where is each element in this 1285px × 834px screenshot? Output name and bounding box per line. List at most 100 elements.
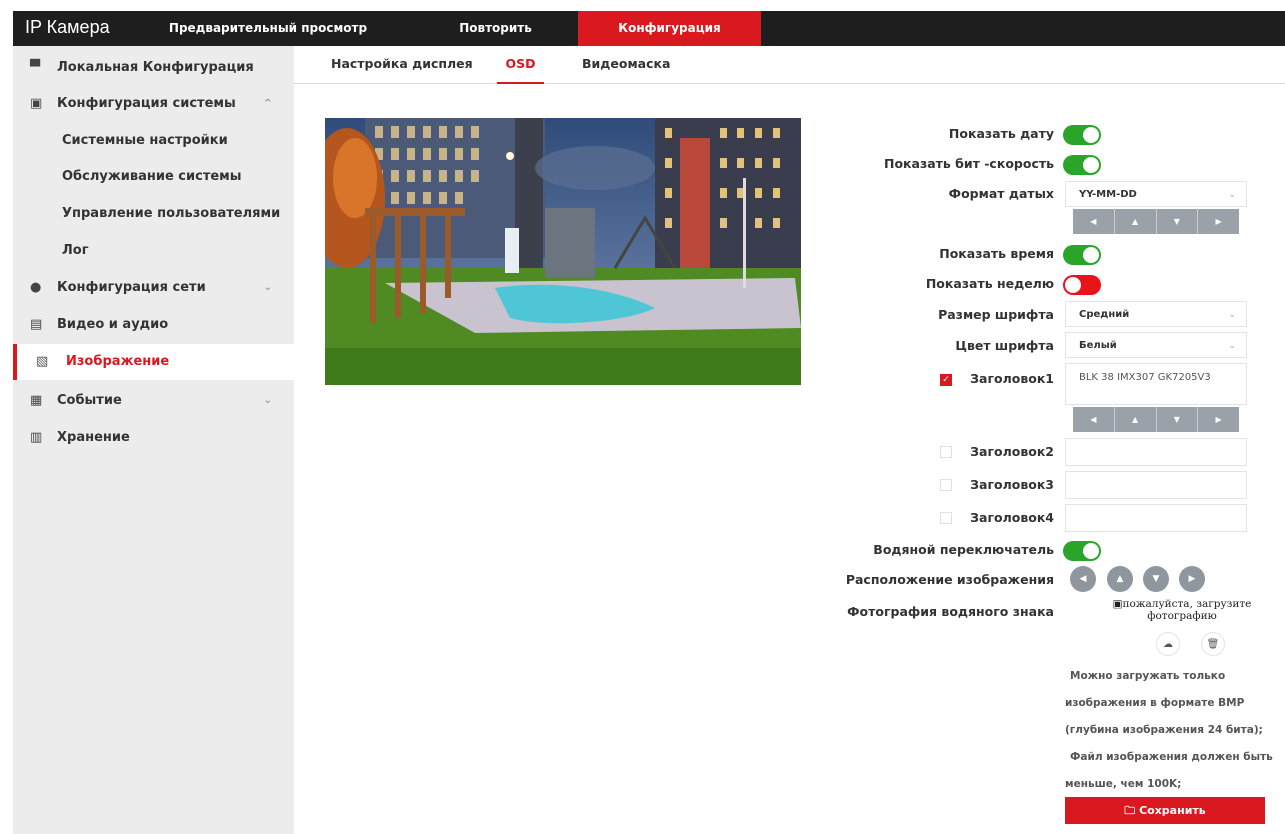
- sidebar-item-event[interactable]: ▦ Событие ⌄: [13, 383, 294, 419]
- chevron-up-icon: ^: [263, 98, 272, 109]
- chevron-down-icon: ⌄: [1228, 190, 1236, 200]
- position-up-button[interactable]: ▲: [1107, 566, 1133, 592]
- sidebar-item-user-management[interactable]: Управление пользователями: [13, 196, 294, 232]
- title2-checkbox[interactable]: [940, 446, 952, 458]
- storage-icon: ▥: [30, 430, 43, 445]
- brand-title: IP Камера: [25, 17, 110, 37]
- title4-input[interactable]: [1065, 504, 1247, 532]
- show-time-label: Показать время: [939, 246, 1054, 261]
- tab-bar: Настройка дисплея OSD Видеомаска: [294, 46, 1285, 84]
- font-size-label: Размер шрифта: [938, 307, 1054, 322]
- sidebar-item-label: Конфигурация системы: [57, 96, 236, 111]
- upload-placeholder-text: пожалуйста, загрузите фотографию: [1122, 598, 1252, 622]
- video-icon: ▤: [30, 317, 43, 332]
- image-icon: ▧: [36, 354, 49, 369]
- watermark-switch-label: Водяной переключатель: [873, 542, 1054, 557]
- arrow-left-button[interactable]: ◀: [1073, 407, 1115, 432]
- camera-preview-image: [325, 118, 801, 385]
- title1-input[interactable]: BLK 38 IMX307 GK7205V3: [1065, 363, 1247, 405]
- font-color-value: Белый: [1079, 340, 1117, 351]
- tab-video-mask[interactable]: Видеомаска: [582, 46, 670, 82]
- sidebar-item-system-settings[interactable]: Системные настройки: [13, 123, 294, 159]
- system-icon: ▣: [30, 96, 43, 111]
- upload-cloud-icon[interactable]: ☁: [1156, 632, 1180, 656]
- sidebar-item-label: Конфигурация сети: [57, 280, 206, 295]
- sidebar-item-system-maintenance[interactable]: Обслуживание системы: [13, 159, 294, 195]
- arrow-up-button[interactable]: ▲: [1115, 209, 1157, 234]
- title3-label: Заголовок3: [970, 477, 1054, 492]
- date-format-label: Формат датых: [948, 186, 1054, 201]
- note-line: Можно загружать только: [1070, 670, 1226, 682]
- arrow-down-button[interactable]: ▼: [1157, 209, 1199, 234]
- title2-input[interactable]: [1065, 438, 1247, 466]
- sidebar-item-local-config[interactable]: ▀ Локальная Конфигурация: [13, 50, 294, 86]
- monitor-icon: ▀: [30, 60, 40, 75]
- watermark-switch-toggle[interactable]: [1063, 541, 1101, 561]
- sidebar-item-label: Видео и аудио: [57, 317, 169, 332]
- sidebar-item-storage[interactable]: ▥ Хранение: [13, 420, 294, 456]
- nav-configuration[interactable]: Конфигурация: [578, 11, 761, 46]
- font-color-label: Цвет шрифта: [955, 338, 1054, 353]
- sidebar-item-log[interactable]: Лог: [13, 233, 294, 269]
- sidebar-item-label: Обслуживание системы: [62, 169, 242, 184]
- sidebar-item-system-config[interactable]: ▣ Конфигурация системы ^: [13, 86, 294, 122]
- position-right-button[interactable]: ▶: [1179, 566, 1205, 592]
- show-week-toggle[interactable]: [1063, 275, 1101, 295]
- show-bitrate-toggle[interactable]: [1063, 155, 1101, 175]
- top-navigation-bar: IP Камера Предварительный просмотр Повто…: [13, 11, 1285, 46]
- title3-checkbox[interactable]: [940, 479, 952, 491]
- title1-checkbox[interactable]: ✓: [940, 374, 952, 386]
- position-left-button[interactable]: ◀: [1070, 566, 1096, 592]
- sidebar-item-network-config[interactable]: ● Конфигурация сети ⌄: [13, 270, 294, 306]
- nav-playback[interactable]: Повторить: [413, 11, 578, 46]
- note-line: изображения в формате BMP: [1065, 697, 1245, 709]
- date-format-value: YY-MM-DD: [1079, 189, 1137, 200]
- font-size-select[interactable]: Средний ⌄: [1065, 301, 1247, 327]
- sidebar-item-video-audio[interactable]: ▤ Видео и аудио: [13, 307, 294, 343]
- show-bitrate-label: Показать бит -скорость: [883, 156, 1054, 171]
- chevron-down-icon: ⌄: [1228, 310, 1236, 320]
- save-button[interactable]: 🗀 Сохранить: [1065, 797, 1265, 824]
- arrow-left-button[interactable]: ◀: [1073, 209, 1115, 234]
- title2-label: Заголовок2: [970, 444, 1054, 459]
- position-down-button[interactable]: ▼: [1143, 566, 1169, 592]
- note-line: (глубина изображения 24 бита);: [1065, 724, 1263, 736]
- sidebar-item-label: Управление пользователями: [62, 206, 281, 221]
- note-line: Файл изображения должен быть: [1070, 751, 1273, 763]
- sidebar-item-label: Событие: [57, 393, 122, 408]
- title3-input[interactable]: [1065, 471, 1247, 499]
- tab-osd[interactable]: OSD: [497, 46, 544, 84]
- show-date-toggle[interactable]: [1063, 125, 1101, 145]
- title1-label: Заголовок1: [970, 371, 1054, 386]
- tab-display-settings[interactable]: Настройка дисплея: [331, 46, 473, 82]
- upload-placeholder: ▣пожалуйста, загрузите фотографию: [1100, 598, 1264, 622]
- show-time-toggle[interactable]: [1063, 245, 1101, 265]
- arrow-down-button[interactable]: ▼: [1157, 407, 1199, 432]
- folder-icon: 🗀: [1124, 804, 1136, 817]
- save-button-label: Сохранить: [1139, 804, 1206, 817]
- delete-trash-icon[interactable]: 🗑: [1201, 632, 1225, 656]
- globe-icon: ●: [30, 280, 42, 295]
- date-format-select[interactable]: YY-MM-DD ⌄: [1065, 181, 1247, 207]
- nav-preview[interactable]: Предварительный просмотр: [158, 11, 378, 46]
- chevron-down-icon: ⌄: [263, 395, 272, 406]
- event-icon: ▦: [30, 393, 43, 408]
- arrow-up-button[interactable]: ▲: [1115, 407, 1157, 432]
- show-week-label: Показать неделю: [925, 276, 1054, 291]
- arrow-right-button[interactable]: ▶: [1198, 209, 1239, 234]
- watermark-photo-label: Фотография водяного знака: [847, 604, 1054, 619]
- image-position-label: Расположение изображения: [845, 572, 1054, 587]
- image-icon: ▣: [1112, 598, 1123, 610]
- sidebar-item-label: Хранение: [57, 430, 130, 445]
- sidebar-item-image[interactable]: ▧ Изображение: [13, 344, 294, 380]
- title1-position-arrows: ◀ ▲ ▼ ▶: [1073, 407, 1239, 432]
- sidebar-item-label: Изображение: [66, 354, 170, 369]
- arrow-right-button[interactable]: ▶: [1198, 407, 1239, 432]
- note-line: меньше, чем 100K;: [1065, 778, 1182, 790]
- chevron-down-icon: ⌄: [263, 282, 272, 293]
- sidebar-item-label: Локальная Конфигурация: [57, 60, 254, 75]
- font-size-value: Средний: [1079, 309, 1130, 320]
- font-color-select[interactable]: Белый ⌄: [1065, 332, 1247, 358]
- sidebar: ▀ Локальная Конфигурация ▣ Конфигурация …: [13, 46, 294, 834]
- title4-checkbox[interactable]: [940, 512, 952, 524]
